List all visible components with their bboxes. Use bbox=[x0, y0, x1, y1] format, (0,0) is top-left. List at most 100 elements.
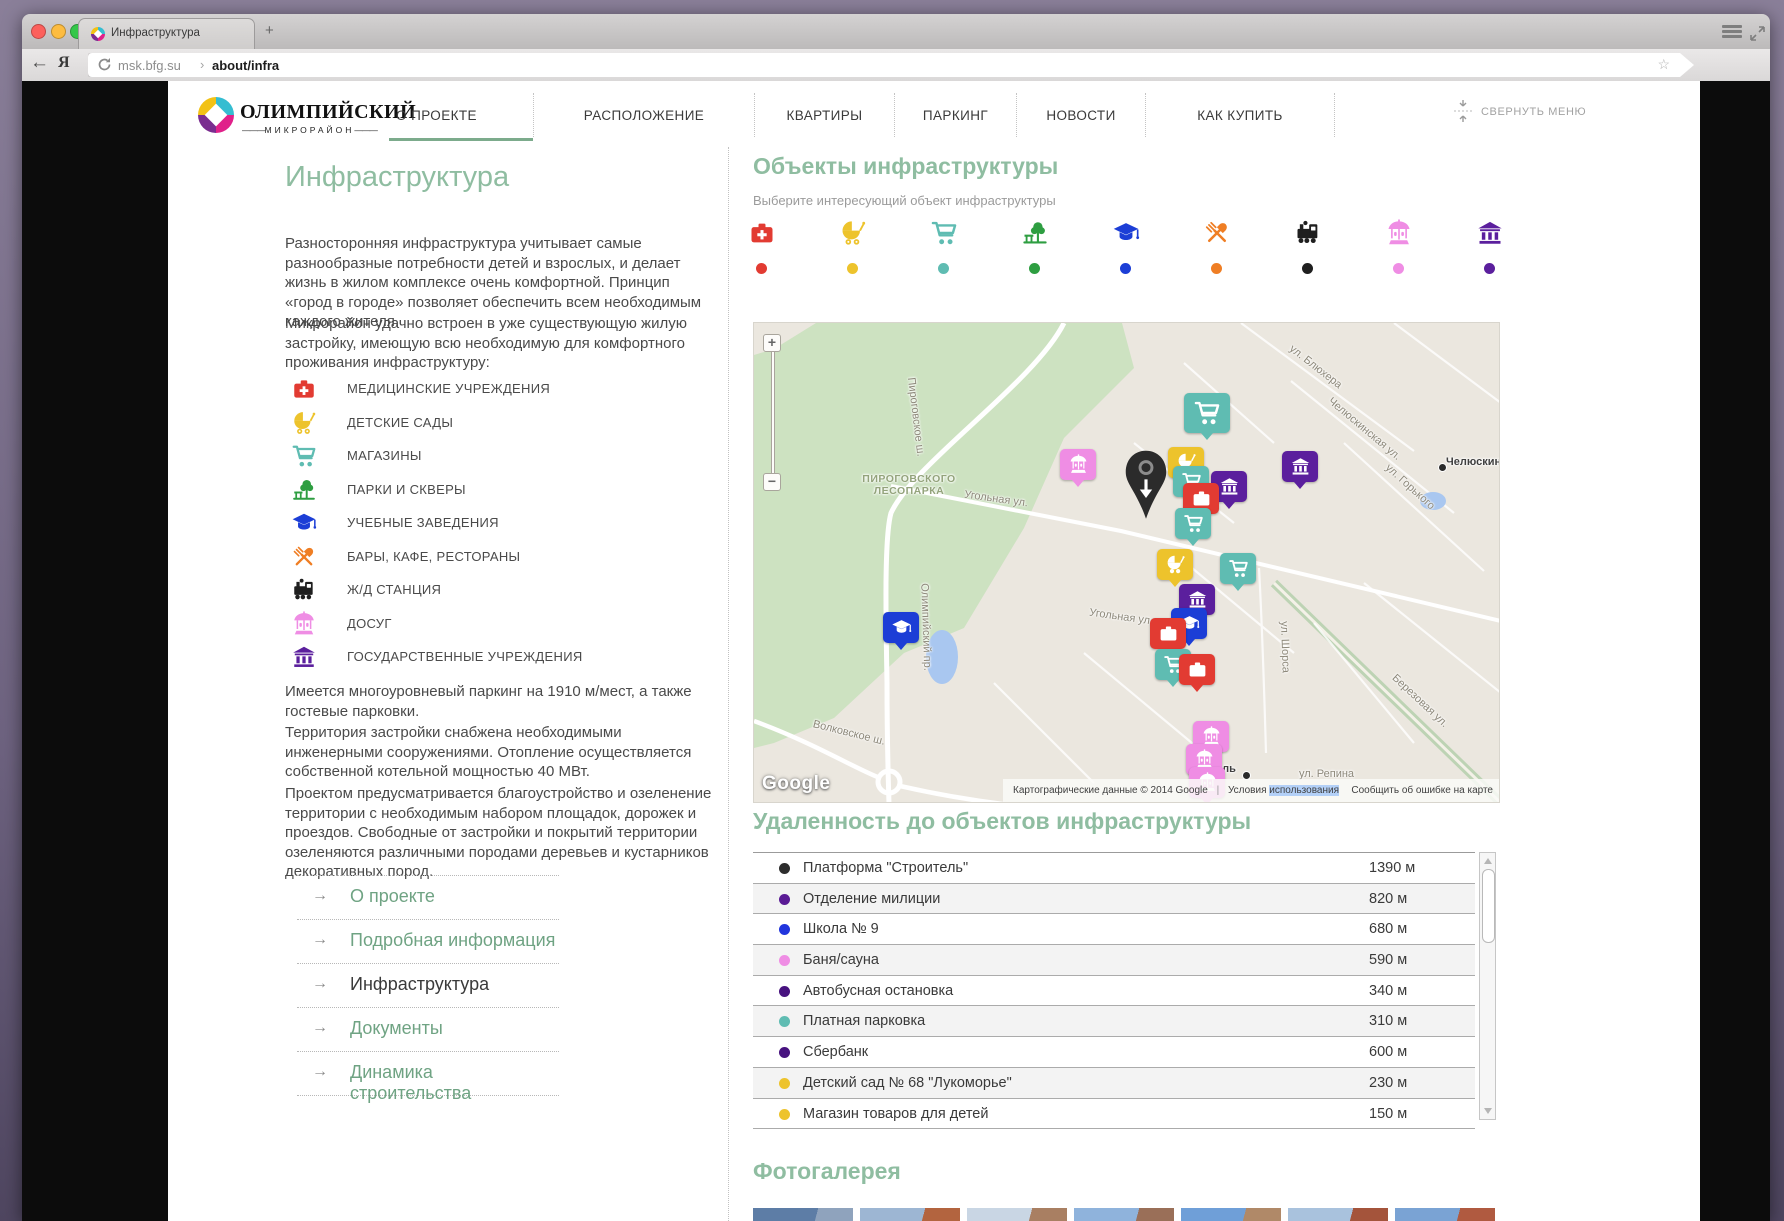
category-shops[interactable] bbox=[898, 219, 989, 281]
category-railway[interactable] bbox=[1262, 219, 1353, 281]
nav-item-5[interactable]: НОВОСТИ bbox=[1016, 93, 1145, 137]
map-copyright: Картографические данные © 2014 Google bbox=[1013, 785, 1208, 796]
distance-table: Платформа "Строитель"1390 мОтделение мил… bbox=[753, 852, 1475, 1129]
tab-bar: Инфраструктура + bbox=[22, 14, 1770, 50]
object-name: Сбербанк bbox=[803, 1044, 868, 1060]
map-marker-medical[interactable] bbox=[1179, 654, 1215, 685]
category-government[interactable] bbox=[1444, 219, 1535, 281]
map-marker-grad[interactable] bbox=[883, 612, 919, 643]
map-marker-carousel[interactable] bbox=[1060, 449, 1096, 480]
category-kindergarten[interactable] bbox=[807, 219, 898, 281]
gallery-photo[interactable] bbox=[860, 1208, 960, 1221]
section-link-3[interactable]: →Инфраструктура bbox=[297, 964, 559, 1007]
scrollbar-thumb[interactable] bbox=[1482, 869, 1495, 943]
yandex-logo[interactable]: Я bbox=[58, 54, 70, 72]
bank-icon bbox=[1476, 219, 1504, 252]
map-marker-bank[interactable] bbox=[1282, 451, 1318, 482]
arrow-icon: → bbox=[312, 1019, 328, 1037]
gallery-photo[interactable] bbox=[1181, 1208, 1281, 1221]
browser-window: Инфраструктура + ← Я msk.bfg.su › about/… bbox=[22, 14, 1770, 1221]
medical-icon bbox=[291, 376, 317, 407]
distance-row[interactable]: Платная парковка310 м bbox=[753, 1006, 1475, 1037]
category-education[interactable] bbox=[1080, 219, 1171, 281]
section-link-label[interactable]: Динамика строительства bbox=[350, 1062, 559, 1104]
nav-item-2[interactable]: РАСПОЛОЖЕНИЕ bbox=[533, 93, 754, 137]
map-marker-cart[interactable] bbox=[1220, 553, 1256, 584]
park-icon bbox=[291, 477, 317, 508]
nav-item-4[interactable]: ПАРКИНГ bbox=[894, 93, 1016, 137]
distance-row[interactable]: Школа № 9680 м bbox=[753, 914, 1475, 945]
new-tab-button[interactable]: + bbox=[265, 22, 274, 39]
nav-item-6[interactable]: КАК КУПИТЬ bbox=[1145, 93, 1335, 137]
map[interactable]: Пироговское ш.ПИРОГОВСКОГО ЛЕСОПАРКАУгол… bbox=[753, 322, 1500, 803]
distance-row[interactable]: Отделение милиции820 м bbox=[753, 884, 1475, 915]
map-street-label: Челюскино bbox=[1446, 456, 1500, 468]
nav-item-3[interactable]: КВАРТИРЫ bbox=[754, 93, 894, 137]
collapse-menu-button[interactable]: СВЕРНУТЬ МЕНЮ bbox=[1453, 99, 1753, 125]
back-button[interactable]: ← bbox=[30, 52, 49, 74]
legend-label: БАРЫ, КАФЕ, РЕСТОРАНЫ bbox=[347, 549, 520, 564]
tab-title: Инфраструктура bbox=[111, 27, 200, 39]
desktop: Инфраструктура + ← Я msk.bfg.su › about/… bbox=[0, 0, 1784, 1221]
category-medical[interactable] bbox=[716, 219, 807, 281]
gallery-photo[interactable] bbox=[1395, 1208, 1495, 1221]
google-logo[interactable]: Google bbox=[762, 773, 830, 795]
gallery-photo[interactable] bbox=[1288, 1208, 1388, 1221]
project-location-pin[interactable] bbox=[1123, 449, 1169, 521]
category-leisure[interactable] bbox=[1353, 219, 1444, 281]
legend-label: Ж/Д СТАНЦИЯ bbox=[347, 582, 441, 597]
report-error-link[interactable]: Сообщить об ошибке на карте bbox=[1351, 779, 1493, 802]
map-marker-stroller[interactable] bbox=[1157, 549, 1193, 580]
distance-row[interactable]: Магазин товаров для детей150 м bbox=[753, 1099, 1475, 1130]
map-marker-cart[interactable] bbox=[1175, 508, 1211, 539]
map-marker-medical[interactable] bbox=[1150, 618, 1186, 649]
section-link-2[interactable]: →Подробная информация bbox=[297, 920, 559, 963]
section-link-4[interactable]: → Документы bbox=[297, 1008, 559, 1051]
zoom-slider-track[interactable] bbox=[771, 352, 775, 474]
infrastructure-legend: МЕДИЦИНСКИЕ УЧРЕЖДЕНИЯДЕТСКИЕ САДЫМАГАЗИ… bbox=[285, 373, 715, 675]
district-paragraph: Микрорайон удачно встроен в уже существу… bbox=[285, 314, 713, 373]
gallery-photo[interactable] bbox=[967, 1208, 1067, 1221]
stroller-icon bbox=[291, 410, 317, 441]
distance-row[interactable]: Баня/сауна590 м bbox=[753, 945, 1475, 976]
category-dot bbox=[779, 1109, 790, 1120]
section-link-label[interactable]: Подробная информация bbox=[350, 930, 555, 951]
browser-menu-icon[interactable] bbox=[1722, 25, 1742, 39]
nav-item-1[interactable]: О ПРОЕКТЕ bbox=[340, 93, 533, 137]
section-link-label[interactable]: О проекте bbox=[350, 886, 435, 907]
gallery-photo[interactable] bbox=[753, 1208, 853, 1221]
zoom-out-button[interactable]: − bbox=[763, 473, 781, 491]
section-link-5[interactable]: →Динамика строительства bbox=[297, 1052, 559, 1095]
legend-item: УЧЕБНЫЕ ЗАВЕДЕНИЯ bbox=[285, 507, 715, 541]
category-parks[interactable] bbox=[989, 219, 1080, 281]
distance-row[interactable]: Автобусная остановка340 м bbox=[753, 976, 1475, 1007]
legend-item: МЕДИЦИНСКИЕ УЧРЕЖДЕНИЯ bbox=[285, 373, 715, 407]
section-link-1[interactable]: →О проекте bbox=[297, 876, 559, 919]
scroll-down-arrow[interactable] bbox=[1484, 1108, 1492, 1114]
browser-tab[interactable]: Инфраструктура bbox=[78, 18, 255, 49]
gallery-photo[interactable] bbox=[1074, 1208, 1174, 1221]
map-street-label: ул. Шорса bbox=[1278, 621, 1292, 673]
site-logo-icon[interactable] bbox=[198, 97, 234, 133]
category-dot bbox=[1211, 263, 1222, 274]
minimize-window-button[interactable] bbox=[51, 24, 66, 39]
terms-link[interactable]: Условия использования bbox=[1228, 785, 1339, 796]
legend-item: ПАРКИ И СКВЕРЫ bbox=[285, 474, 715, 508]
zoom-in-button[interactable]: + bbox=[763, 334, 781, 352]
reload-icon[interactable] bbox=[96, 57, 112, 73]
distance-row[interactable]: Платформа "Строитель"1390 м bbox=[753, 853, 1475, 884]
scroll-up-arrow[interactable] bbox=[1484, 858, 1492, 864]
close-window-button[interactable] bbox=[31, 24, 46, 39]
section-link-label[interactable]: Инфраструктура bbox=[350, 974, 489, 995]
fullscreen-icon[interactable] bbox=[1750, 26, 1765, 41]
map-marker-cart[interactable] bbox=[1184, 393, 1230, 433]
category-dot bbox=[938, 263, 949, 274]
table-scrollbar[interactable] bbox=[1479, 852, 1496, 1120]
distance-row[interactable]: Сбербанк600 м bbox=[753, 1037, 1475, 1068]
section-link-label[interactable]: Документы bbox=[350, 1018, 443, 1039]
address-field[interactable]: msk.bfg.su › about/infra ☆ bbox=[88, 53, 1694, 77]
bookmark-star-icon[interactable]: ☆ bbox=[1657, 56, 1670, 73]
category-cafe[interactable] bbox=[1171, 219, 1262, 281]
distance-row[interactable]: Детский сад № 68 "Лукоморье"230 м bbox=[753, 1068, 1475, 1099]
legend-label: МЕДИЦИНСКИЕ УЧРЕЖДЕНИЯ bbox=[347, 381, 550, 396]
